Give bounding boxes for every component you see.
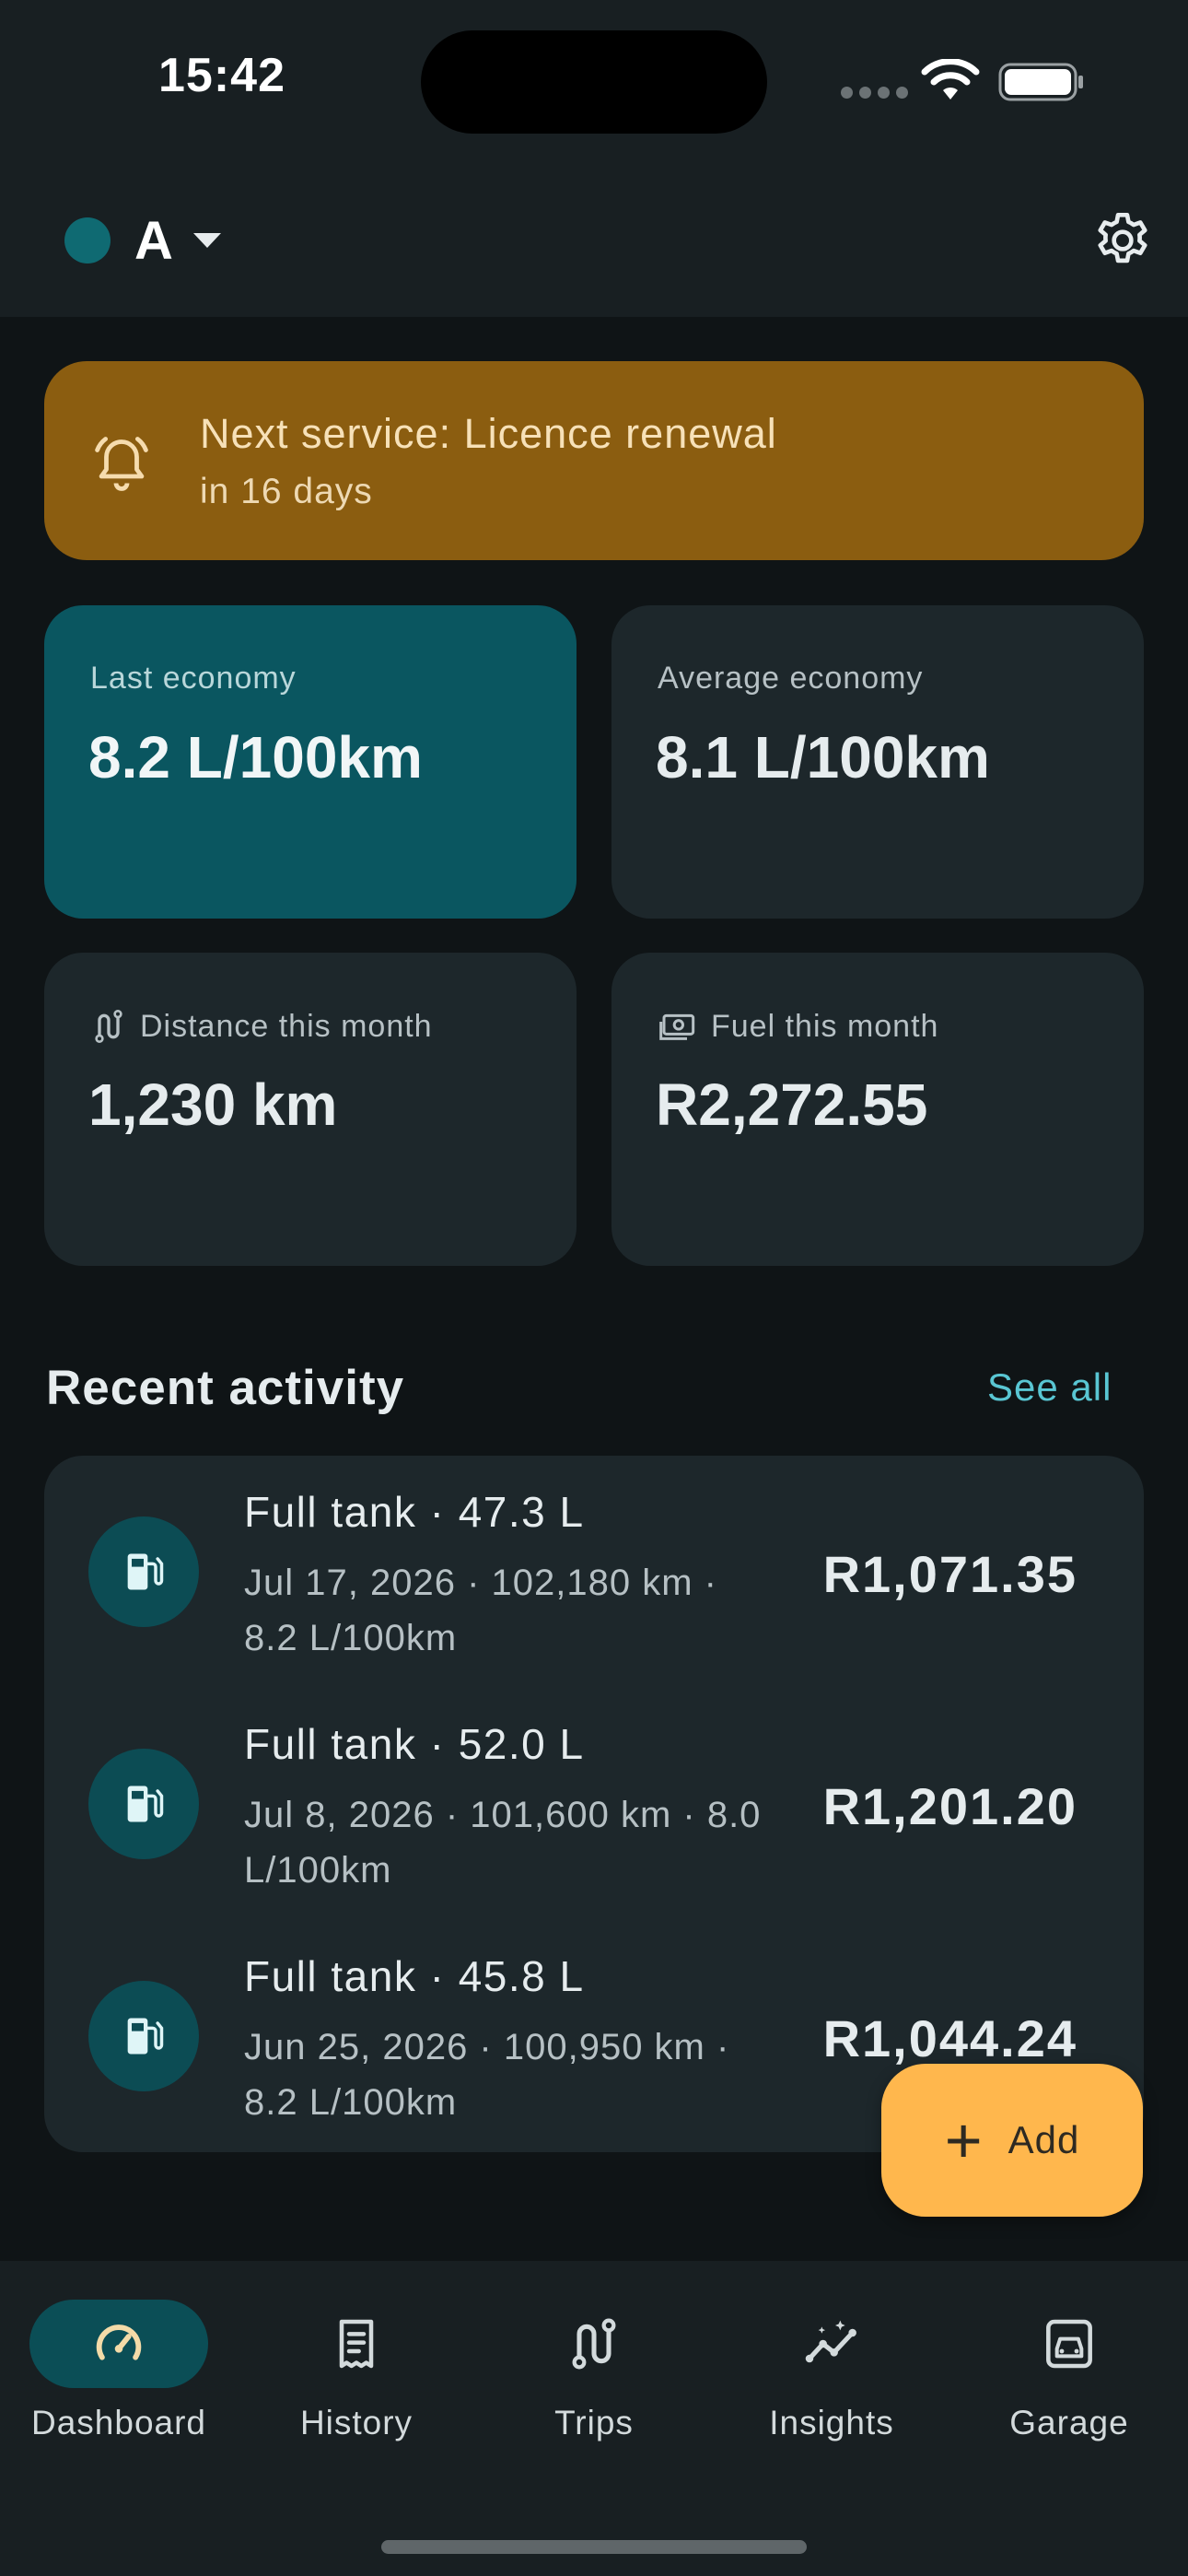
activity-amount: R1,044.24 xyxy=(822,2009,1077,2067)
gear-icon[interactable] xyxy=(1090,208,1155,273)
top-app-bar: 15:42 A xyxy=(0,0,1188,317)
insights-icon xyxy=(805,2320,856,2363)
list-item[interactable]: Full tank · 52.0 L Jul 8, 2026 · 101,600… xyxy=(44,1688,1144,1920)
recent-activity-list: Full tank · 47.3 L Jul 17, 2026 · 102,18… xyxy=(44,1456,1144,2152)
stat-label: Last economy xyxy=(90,661,297,696)
distance-month-card: Distance this month 1,230 km xyxy=(44,953,577,1266)
battery-icon xyxy=(998,63,1083,101)
stat-value: 8.1 L/100km xyxy=(656,724,990,790)
nav-insights[interactable]: Insights xyxy=(713,2261,950,2482)
route-icon xyxy=(572,2318,616,2370)
nav-dashboard[interactable]: Dashboard xyxy=(0,2261,238,2482)
route-icon xyxy=(95,1010,122,1043)
service-reminder-banner[interactable] xyxy=(44,361,1144,560)
list-item[interactable]: Full tank · 47.3 L Jul 17, 2026 · 102,18… xyxy=(44,1456,1144,1688)
stat-value: R2,272.55 xyxy=(656,1071,928,1138)
nav-label: History xyxy=(299,2404,413,2441)
stat-value: 8.2 L/100km xyxy=(88,724,423,790)
activity-title: Full tank · 45.8 L xyxy=(244,1952,585,2000)
nav-label: Dashboard xyxy=(30,2404,206,2441)
dynamic-island xyxy=(421,30,767,134)
nav-label: Trips xyxy=(554,2404,634,2441)
car-icon xyxy=(1046,2319,1092,2369)
status-time: 15:42 xyxy=(158,49,285,102)
service-title: Next service: Licence renewal xyxy=(200,410,777,457)
average-economy-card: Average economy 8.1 L/100km xyxy=(611,605,1144,919)
activity-title: Full tank · 47.3 L xyxy=(244,1488,585,1536)
add-button-label: Add xyxy=(1007,2118,1080,2161)
vehicle-color-dot xyxy=(64,217,111,263)
stat-label: Fuel this month xyxy=(711,1008,939,1044)
stat-value: 1,230 km xyxy=(88,1071,338,1138)
wifi-icon xyxy=(921,59,980,100)
activity-amount: R1,201.20 xyxy=(822,1777,1077,1835)
last-economy-card: Last economy 8.2 L/100km xyxy=(44,605,577,919)
activity-amount: R1,071.35 xyxy=(822,1545,1077,1603)
stat-label: Distance this month xyxy=(140,1008,433,1044)
nav-history[interactable]: History xyxy=(238,2261,475,2482)
nav-label: Garage xyxy=(1009,2404,1129,2441)
cellular-signal-icon xyxy=(841,87,908,99)
caret-down-icon xyxy=(192,233,221,248)
stat-label-row: Distance this month xyxy=(90,1008,433,1045)
vehicle-selector[interactable]: A xyxy=(64,207,221,274)
speedometer-icon xyxy=(96,2324,142,2360)
add-entry-button[interactable]: + Add xyxy=(881,2064,1143,2217)
nav-garage[interactable]: Garage xyxy=(950,2261,1188,2482)
activity-meta: Jun 25, 2026 · 100,950 km · 8.2 L/100km xyxy=(244,2027,730,2123)
cash-icon xyxy=(659,1013,695,1040)
activity-title: Full tank · 52.0 L xyxy=(244,1720,585,1768)
activity-meta: Jul 17, 2026 · 102,180 km · 8.2 L/100km xyxy=(244,1563,717,1658)
stat-label: Average economy xyxy=(658,661,924,696)
bottom-navigation: Dashboard History Trips Insights Garage xyxy=(0,2261,1188,2576)
recent-activity-heading: Recent activity xyxy=(46,1361,405,1415)
receipt-icon xyxy=(339,2319,374,2369)
service-due-text: in 16 days xyxy=(200,472,373,511)
see-all-link[interactable]: See all xyxy=(987,1365,1112,1410)
fuel-month-card: Fuel this month R2,272.55 xyxy=(611,953,1144,1266)
activity-meta: Jul 8, 2026 · 101,600 km · 8.0 L/100km xyxy=(244,1795,762,1891)
fuel-pump-icon xyxy=(88,1981,199,2091)
stat-label-row: Fuel this month xyxy=(658,1008,938,1045)
plus-icon: + xyxy=(944,2104,983,2176)
fuel-pump-icon xyxy=(88,1749,199,1859)
nav-label: Insights xyxy=(769,2404,894,2441)
app-screen: 15:42 A Next service: Licence renewal in xyxy=(0,0,1188,2576)
nav-trips[interactable]: Trips xyxy=(475,2261,713,2482)
fuel-pump-icon xyxy=(88,1516,199,1627)
alarm-bell-icon xyxy=(95,437,148,491)
home-indicator[interactable] xyxy=(381,2540,807,2554)
vehicle-name: A xyxy=(134,210,173,271)
